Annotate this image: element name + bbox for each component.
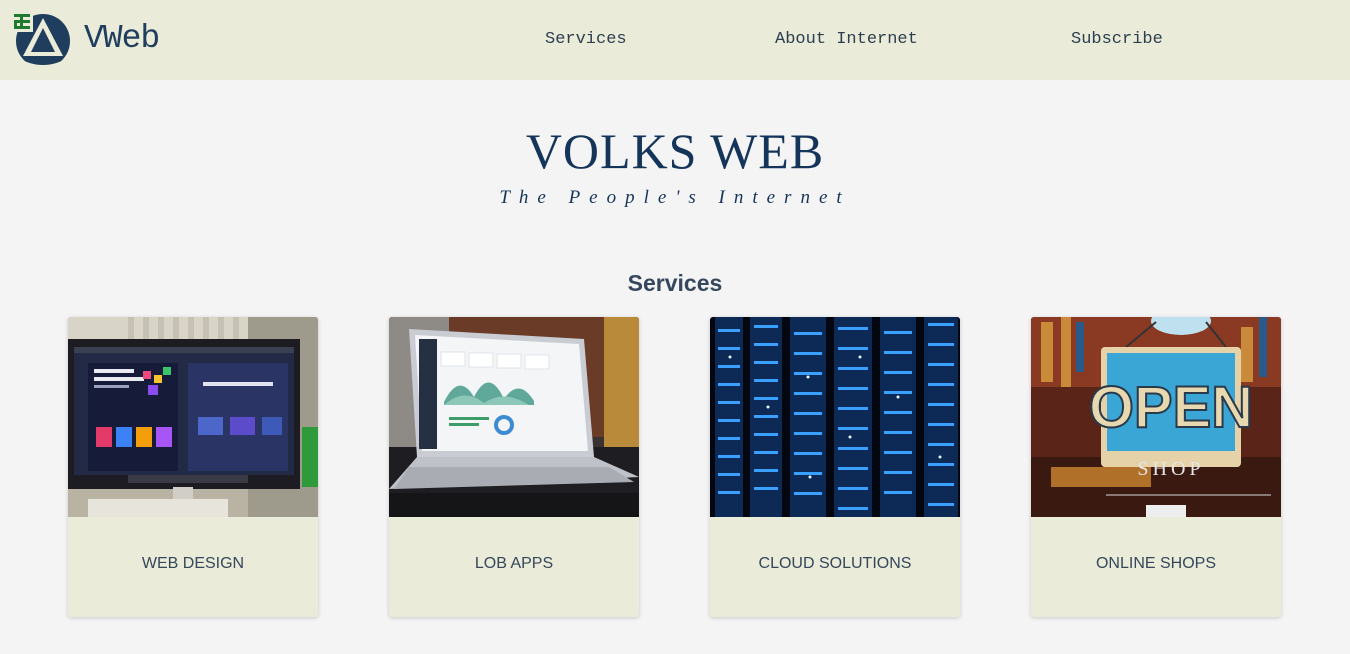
hero-tagline: The People's Internet	[499, 187, 851, 208]
service-card-lob-apps[interactable]: LOB APPS	[389, 317, 639, 617]
volksweb-logo-icon[interactable]	[11, 12, 75, 70]
service-card-label: WEB DESIGN	[141, 555, 245, 572]
services-heading: Services	[627, 270, 723, 296]
nav-link-services[interactable]: Services	[545, 30, 627, 49]
laptop-dashboard-photo	[389, 317, 639, 517]
service-card-online-shops[interactable]: OPEN SHOP ONLINE SHOPS	[1031, 317, 1281, 617]
service-card-label: CLOUD SOLUTIONS	[758, 555, 912, 572]
service-card-web-design[interactable]: WEB DESIGN	[68, 317, 318, 617]
service-card-cloud-solutions[interactable]: CLOUD SOLUTIONS	[710, 317, 960, 617]
brand-name[interactable]: VWeb	[84, 20, 160, 57]
nav-link-subscribe[interactable]: Subscribe	[1071, 30, 1163, 49]
service-card-label: ONLINE SHOPS	[1095, 555, 1217, 572]
service-card-label: LOB APPS	[474, 555, 554, 572]
open-shop-sign-photo: OPEN SHOP	[1031, 317, 1281, 517]
hero-title: VOLKS WEB	[525, 123, 825, 179]
svg-text:OPEN: OPEN	[1089, 375, 1253, 440]
monitor-web-design-photo	[68, 317, 318, 517]
nav-link-about-internet[interactable]: About Internet	[775, 30, 918, 49]
navbar: VWeb Services About Internet Subscribe	[0, 0, 1350, 80]
svg-text:SHOP: SHOP	[1137, 458, 1204, 480]
server-rack-lights-photo	[710, 317, 960, 517]
